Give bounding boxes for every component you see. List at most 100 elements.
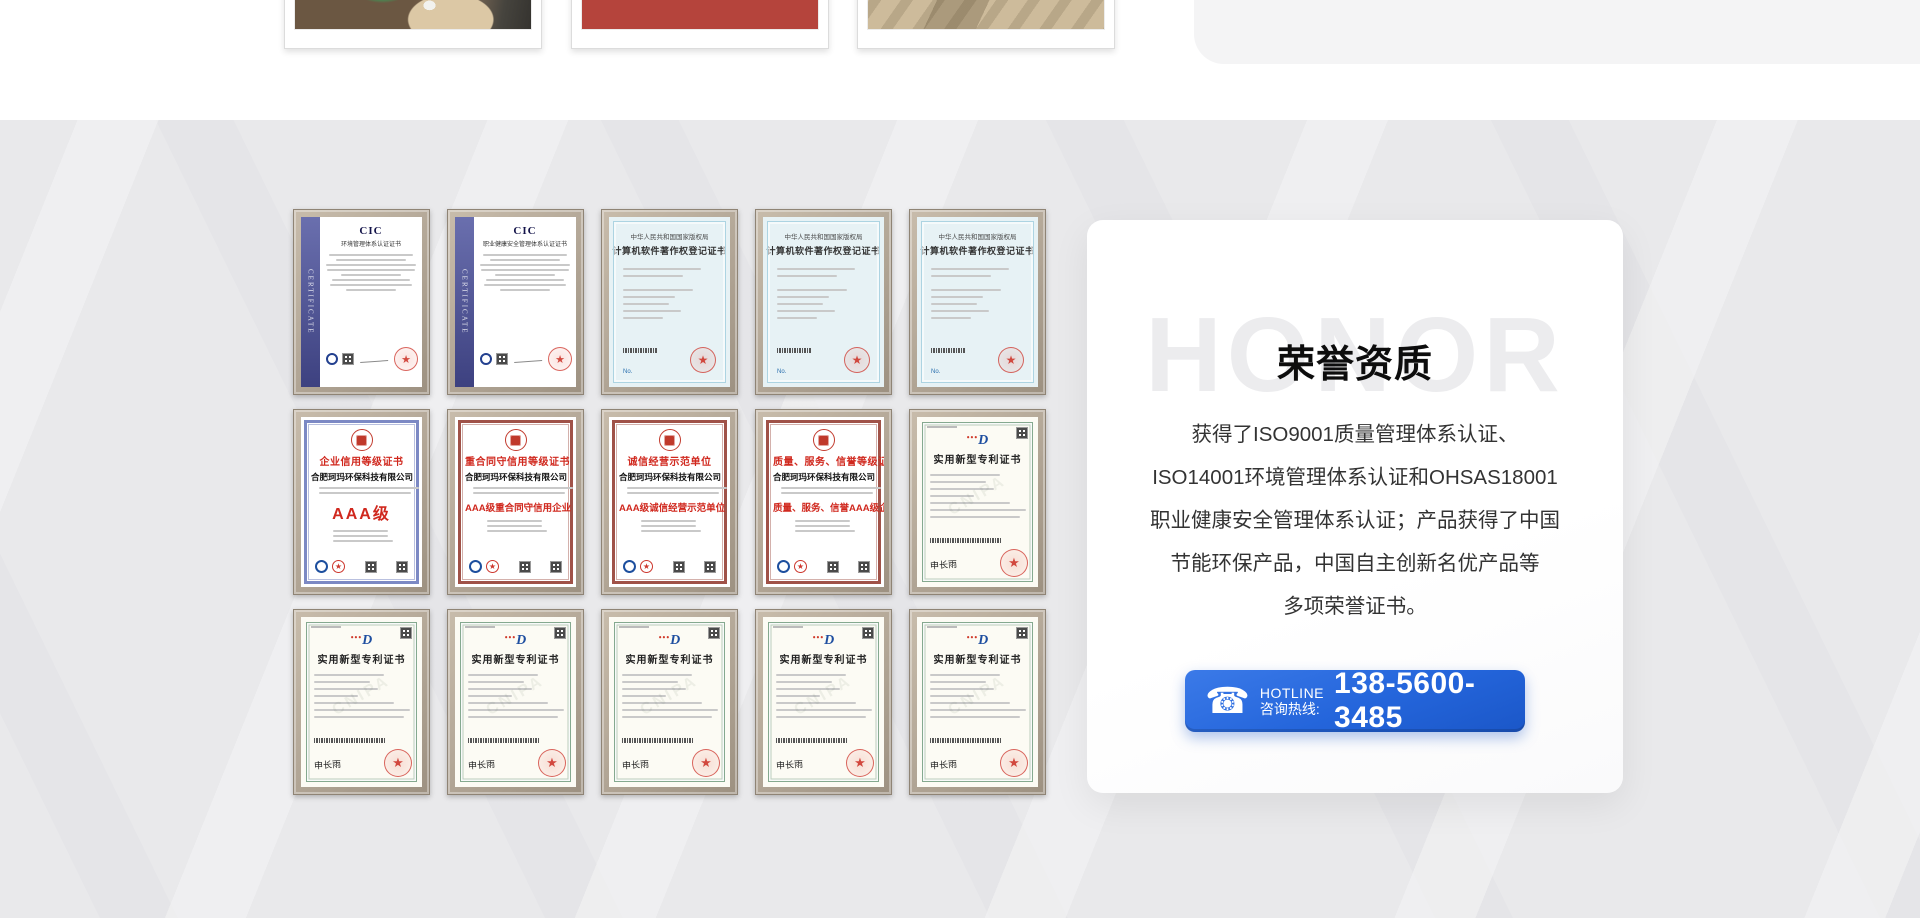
crane-truck-photo [581,0,819,30]
certificate-copyright: 中华人民共和国国家版权局计算机软件著作权登记证书No.★ [909,209,1046,395]
qr-code [1016,627,1028,639]
signature-line [360,355,388,363]
red-seal: ★ [998,347,1024,373]
certificate-side-band: CERTIFICATE [301,217,320,387]
certificate-body: CIC职业健康安全管理体系认证证书★ [474,217,576,387]
text-line [483,254,567,256]
date-lines [311,530,412,542]
qr-code [396,561,408,573]
text-line [327,269,415,271]
text-line [487,525,542,527]
description-line: ISO14001环境管理体系认证和OHSAS18001 [1105,456,1605,499]
text-line [332,279,410,281]
date-lines [465,520,566,532]
qr-code [365,561,377,573]
logo-dots: ••• [659,633,670,642]
qr-code [496,353,508,365]
description-line: 节能环保产品，中国自主创新名优产品等 [1105,542,1605,585]
certificate-credit: 企业信用等级证书合肥珂玛环保科技有限公司AAA级★ [293,409,430,595]
excavation-site-photo [294,0,532,30]
text-line [473,487,573,489]
cic-round-badge [480,353,492,365]
text-lines [326,254,416,291]
red-seal: ★ [690,347,716,373]
certificate-credit: 重合同守信用等级证书合肥珂玛环保科技有限公司AAA级重合同守信用企业★ [447,409,584,595]
red-seal: ★ [692,749,720,777]
certificate-title: 环境管理体系认证证书 [326,239,416,248]
text-lines [480,254,570,291]
certificate-paper: •••D实用新型专利证书申长雨★CNIPA [917,417,1038,587]
text-line [927,426,957,428]
text-line [319,487,419,489]
text-lines [773,487,874,494]
certificate-paper: •••D实用新型专利证书申长雨★CNIPA [301,617,422,787]
company-name: 合肥珂玛环保科技有限公司 [465,471,566,483]
certificate-paper: 诚信经营示范单位合肥珂玛环保科技有限公司AAA级诚信经营示范单位★ [609,417,730,587]
text-line [346,289,396,291]
serial-number: No. [623,369,632,375]
text-line [781,487,881,489]
certificate-cic: CERTIFICATECIC环境管理体系认证证书★ [293,209,430,395]
qr-code [400,627,412,639]
serial-number: No. [931,369,940,375]
text-line [490,259,560,261]
text-line [481,269,569,271]
blue-round-badge [623,560,636,573]
certificate-border: 企业信用等级证书合肥珂玛环保科技有限公司AAA级★ [304,420,419,584]
certificate-badges: ★ [623,560,716,573]
company-name: 合肥珂玛环保科技有限公司 [311,471,412,483]
text-line [319,492,411,494]
certificate-title: 职业健康安全管理体系认证证书 [480,239,570,248]
star-badge: ★ [794,560,807,573]
honor-description: 获得了ISO9001质量管理体系认证、 ISO14001环境管理体系认证和OHS… [1105,413,1605,628]
photo-card-crane-truck[interactable] [571,0,829,49]
barcode [468,738,540,743]
text-line [468,674,538,676]
date-lines [619,520,720,532]
page: CERTIFICATECIC环境管理体系认证证书★CERTIFICATECIC职… [0,0,1920,918]
text-line [627,492,719,494]
certificate-credit: 质量、服务、信誉等级证书合肥珂玛环保科技有限公司质量、服务、信誉AAA级企业★ [755,409,892,595]
certificate-paper: 中华人民共和国国家版权局计算机软件著作权登记证书No.★ [763,217,884,387]
text-line [314,681,370,683]
barcode [931,348,965,353]
logo-dots: ••• [505,633,516,642]
text-line [311,626,341,628]
date-lines [773,520,874,532]
qr-code [704,561,716,573]
text-line [622,674,692,676]
qr-code [519,561,531,573]
logo-dots: ••• [967,433,978,442]
text-line [326,264,416,266]
qr-code [554,627,566,639]
text-line [487,520,542,522]
hotline-button[interactable]: ☎ HOTLINE 咨询热线: 138-5600-3485 [1185,670,1525,732]
certificate-patent: •••D实用新型专利证书申长雨★CNIPA [909,609,1046,795]
company-name: 合肥珂玛环保科技有限公司 [773,471,874,483]
text-line [622,681,678,683]
photo-card-excavation[interactable] [284,0,542,49]
award-text: AAA级 [311,500,412,524]
red-seal: ★ [394,347,418,371]
red-seal: ★ [538,749,566,777]
red-seal: ★ [1000,549,1028,577]
certificate-badges: ★ [469,560,562,573]
certificate-border: 重合同守信用等级证书合肥珂玛环保科技有限公司AAA级重合同守信用企业★ [458,420,573,584]
photo-card-concrete-pit[interactable] [857,0,1115,49]
barcode [622,738,694,743]
certificate-badges: ★ [480,347,572,371]
text-line [333,540,393,542]
hotline-label-zh: 咨询热线: [1260,701,1324,717]
barcode [314,738,386,743]
text-line [473,492,565,494]
text-line [465,626,495,628]
barcode [777,348,811,353]
award-text: 质量、服务、信誉AAA级企业 [773,500,874,514]
phone-icon: ☎ [1205,683,1250,719]
blue-round-badge [315,560,328,573]
barcode [930,538,1002,543]
logo-dots: ••• [967,633,978,642]
barcode [623,348,657,353]
certificate-title: 重合同守信用等级证书 [465,453,566,468]
hotline-labels: HOTLINE 咨询热线: [1260,685,1324,717]
